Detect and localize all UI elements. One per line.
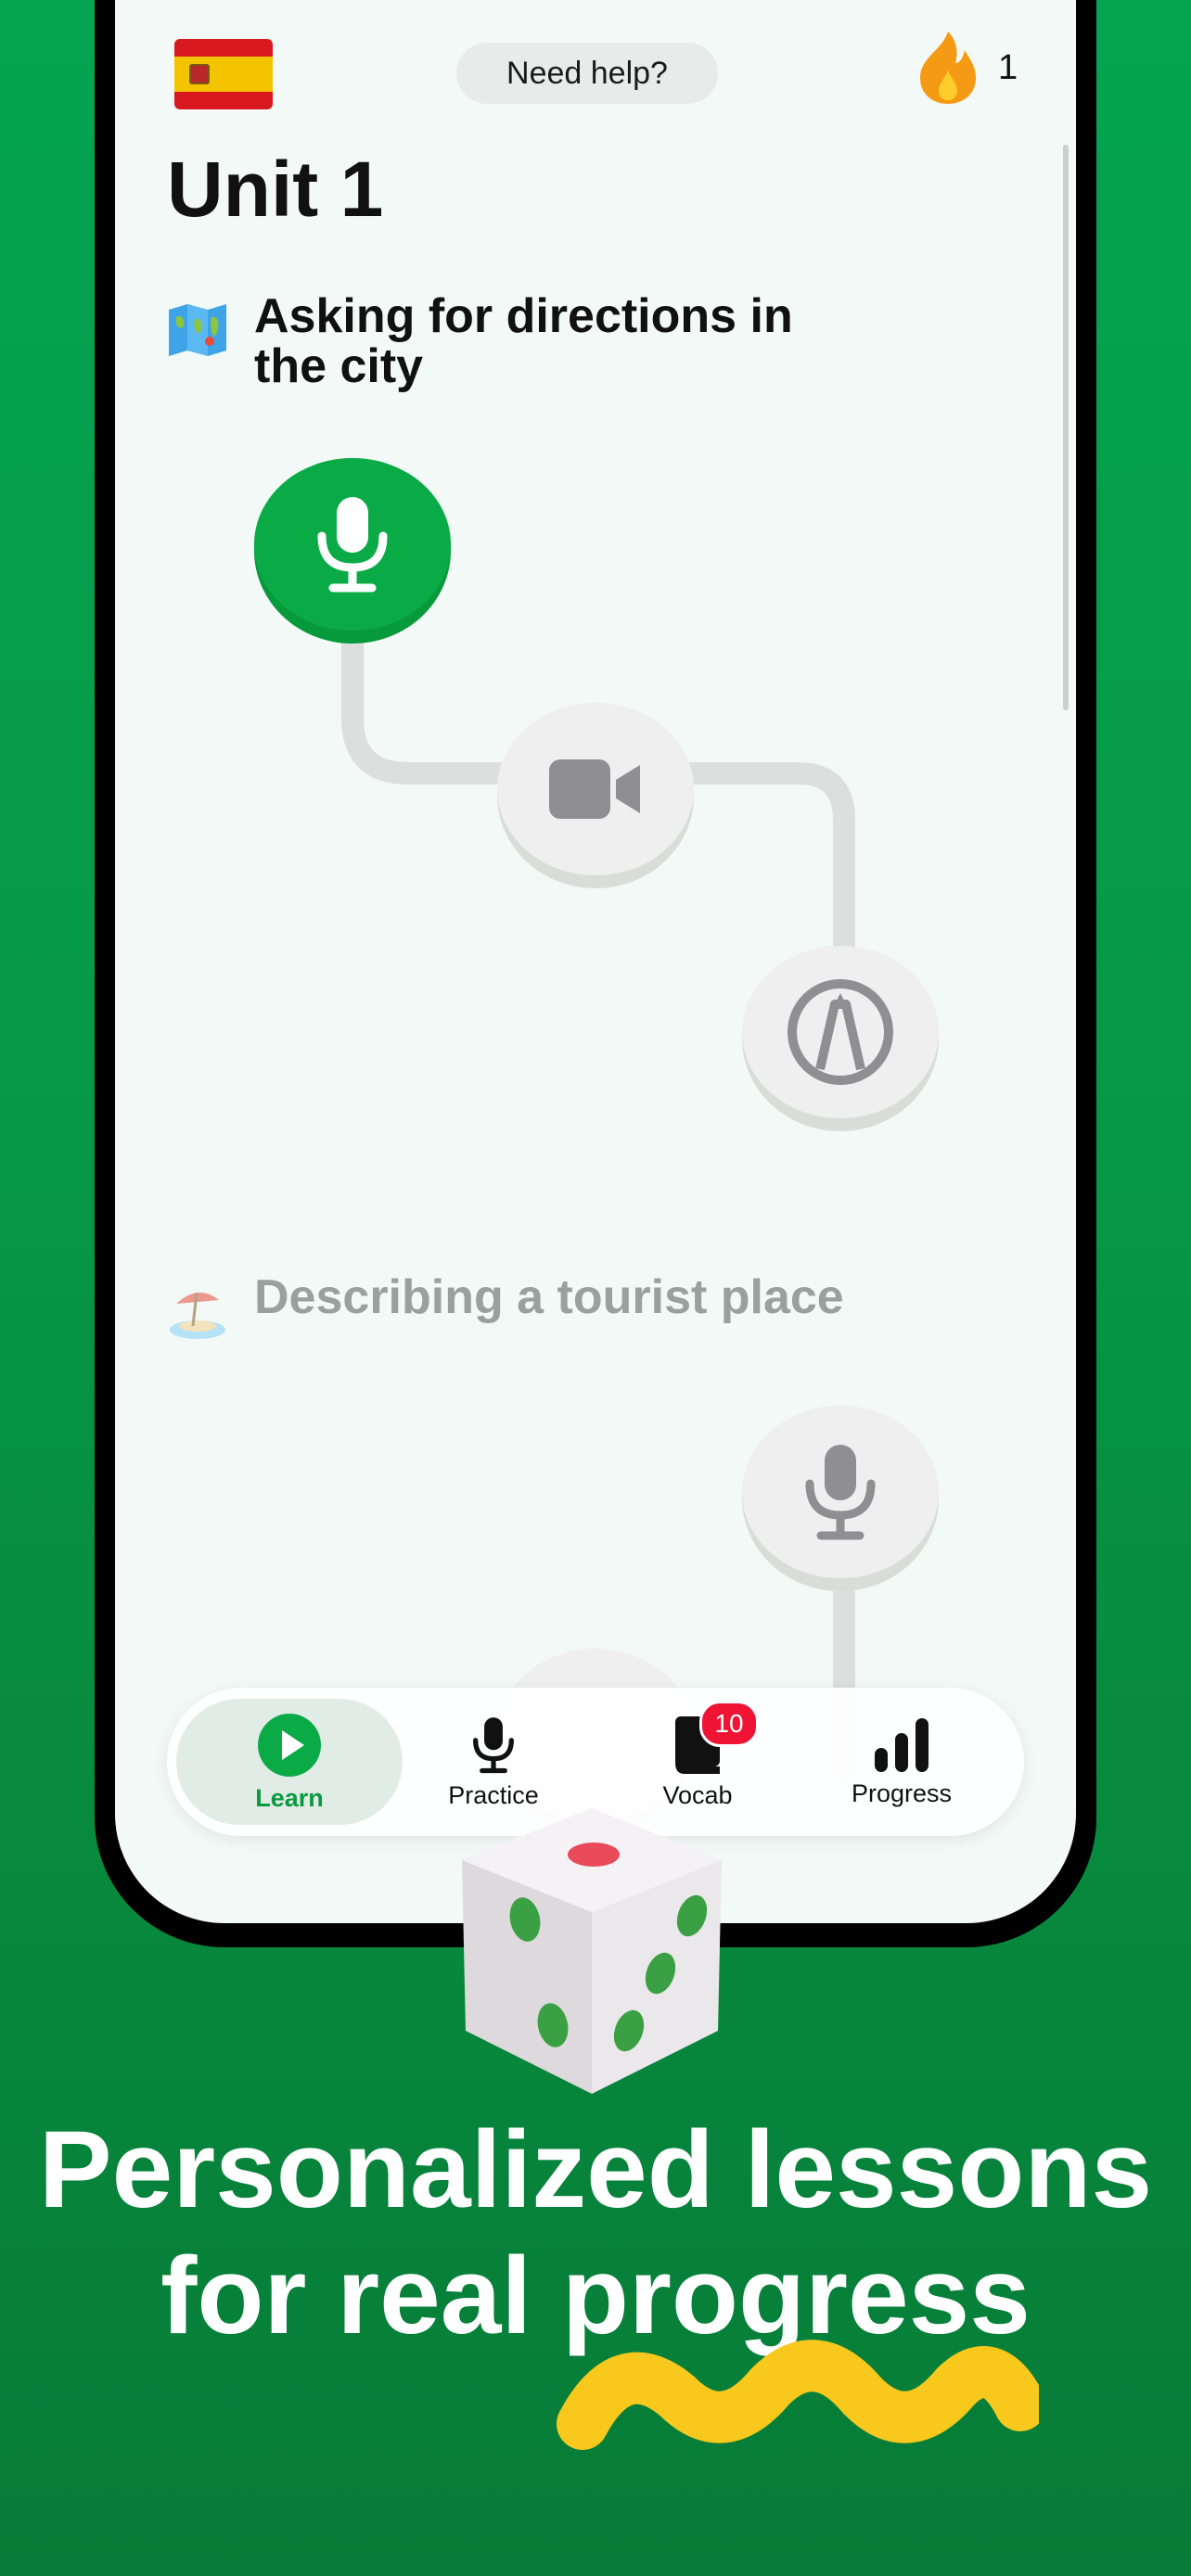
tab-label: Learn — [255, 1783, 324, 1812]
microphone-icon — [805, 1445, 876, 1540]
video-camera-icon — [549, 759, 640, 819]
tab-progress[interactable]: Progress — [788, 1699, 1015, 1825]
tab-label: Progress — [851, 1779, 953, 1807]
lesson-node-face — [497, 703, 694, 875]
section-title: Describing a tourist place — [254, 1270, 844, 1324]
microphone-icon — [317, 497, 388, 593]
lesson-node-writing[interactable] — [742, 946, 939, 1131]
vocab-count-badge: 10 — [699, 1701, 759, 1747]
lesson-path — [341, 601, 855, 1782]
promo-line-1: Personalized lessons — [38, 2109, 1153, 2231]
app-screen: Need help? 1 Unit 1 Asking for direction… — [115, 0, 1076, 1923]
tab-learn[interactable]: Learn — [176, 1699, 403, 1825]
writing-icon — [788, 979, 893, 1085]
lesson-node-speaking[interactable] — [254, 458, 451, 644]
yellow-squiggle — [557, 2340, 1039, 2450]
section-header-tourist: Describing a tourist place — [167, 1272, 848, 1341]
beach-emoji — [170, 1292, 225, 1339]
lesson-node-face — [254, 458, 451, 631]
lesson-node-face — [742, 946, 939, 1118]
lesson-node-speaking-2[interactable] — [742, 1406, 939, 1591]
bar-chart-icon — [875, 1717, 928, 1772]
microphone-icon — [473, 1716, 514, 1773]
play-icon — [258, 1713, 321, 1777]
dice-illustration — [462, 1808, 722, 2094]
lesson-node-video[interactable] — [497, 703, 694, 888]
lesson-node-face — [742, 1406, 939, 1578]
